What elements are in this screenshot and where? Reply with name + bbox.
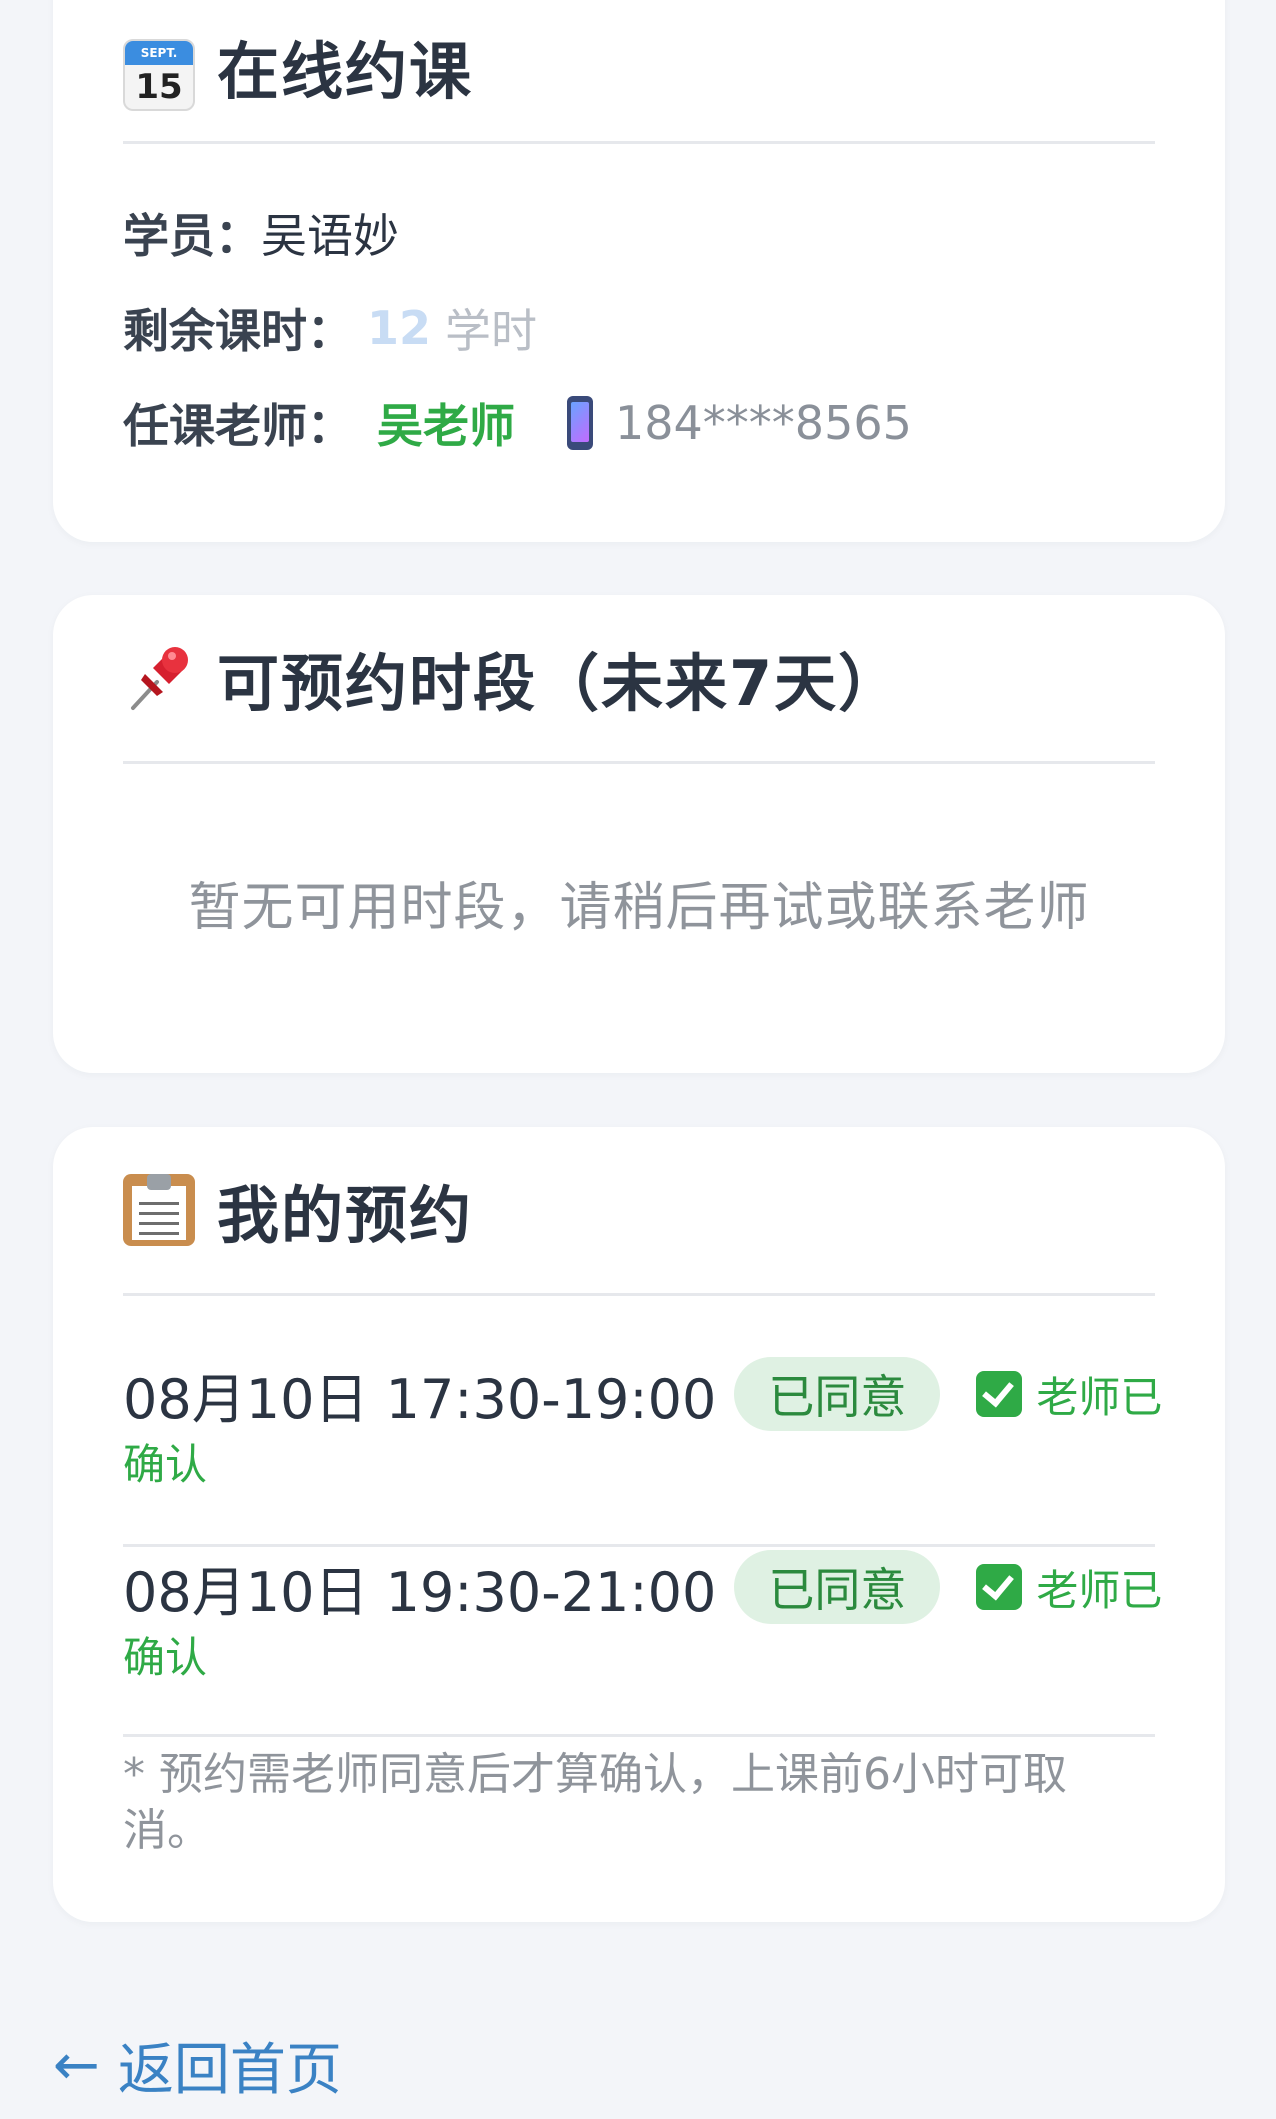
available-slots-card: 可预约时段（未来7天） 暂无可用时段，请稍后再试或联系老师 xyxy=(53,595,1225,1073)
page-title: 在线约课 xyxy=(217,35,474,108)
calendar-day: 15 xyxy=(135,67,183,107)
course-info-card: SEPT. 15 在线约课 学员： 吴语妙 剩余课时： 12 学时 任课老师： … xyxy=(53,0,1225,542)
pushpin-icon xyxy=(123,642,195,714)
teacher-phone[interactable]: 184****8565 xyxy=(615,396,912,450)
remaining-hours-row: 剩余课时： 12 学时 xyxy=(123,295,537,361)
check-icon xyxy=(976,1564,1023,1610)
course-card-header: SEPT. 15 在线约课 xyxy=(123,0,1155,144)
teacher-row: 任课老师： 吴老师 184****8565 xyxy=(123,390,912,456)
hours-label: 剩余课时： xyxy=(123,304,353,358)
bookings-title: 我的预约 xyxy=(217,1179,474,1252)
booking-time: 08月10日 19:30-21:00 xyxy=(123,1560,717,1624)
clipboard-line xyxy=(139,1232,179,1235)
bookings-card-header: 我的预约 xyxy=(123,1127,1155,1296)
left-arrow-icon: ← xyxy=(53,2033,100,2098)
hours-value: 12 xyxy=(367,301,432,355)
calendar-month: SEPT. xyxy=(125,41,193,65)
status-badge: 已同意 xyxy=(734,1550,941,1624)
check-icon xyxy=(976,1371,1023,1417)
clipboard-line xyxy=(139,1212,179,1215)
student-label: 学员： xyxy=(123,209,261,263)
booking-item[interactable]: 08月10日 19:30-21:00 已同意 老师已 确认 xyxy=(123,1547,1162,1737)
teacher-confirmed-text-cont: 确认 xyxy=(123,1633,208,1682)
booking-item[interactable]: 08月10日 17:30-19:00 已同意 老师已 确认 xyxy=(123,1354,1162,1547)
teacher-name: 吴老师 xyxy=(377,399,515,453)
my-bookings-card: 我的预约 08月10日 17:30-19:00 已同意 老师已 确认 08月10… xyxy=(53,1127,1225,1922)
hours-unit: 学时 xyxy=(445,304,538,358)
back-home-link[interactable]: ← 返回首页 xyxy=(53,2025,342,2106)
teacher-confirmed-text: 老师已 xyxy=(1036,1372,1163,1422)
slots-card-header: 可预约时段（未来7天） xyxy=(123,595,1155,764)
slots-title: 可预约时段（未来7天） xyxy=(217,647,903,720)
clipboard-line xyxy=(139,1222,179,1225)
teacher-confirmed-text-cont: 确认 xyxy=(123,1440,208,1489)
back-home-label: 返回首页 xyxy=(117,2038,342,2103)
clipboard-line xyxy=(139,1202,179,1205)
empty-slots-message: 暂无可用时段，请稍后再试或联系老师 xyxy=(188,878,1090,938)
status-badge: 已同意 xyxy=(734,1357,941,1431)
teacher-label: 任课老师： xyxy=(123,399,353,453)
clipboard-icon xyxy=(123,1174,195,1246)
booking-time: 08月10日 17:30-19:00 xyxy=(123,1367,717,1431)
student-row: 学员： 吴语妙 xyxy=(123,200,399,266)
teacher-confirmed-text: 老师已 xyxy=(1036,1565,1163,1615)
phone-icon xyxy=(567,396,593,450)
booking-policy-note: * 预约需老师同意后才算确认，上课前6小时可取消。 xyxy=(123,1749,1067,1856)
clipboard-clasp xyxy=(147,1174,171,1190)
student-name: 吴语妙 xyxy=(261,209,399,263)
calendar-icon: SEPT. 15 xyxy=(123,39,195,111)
